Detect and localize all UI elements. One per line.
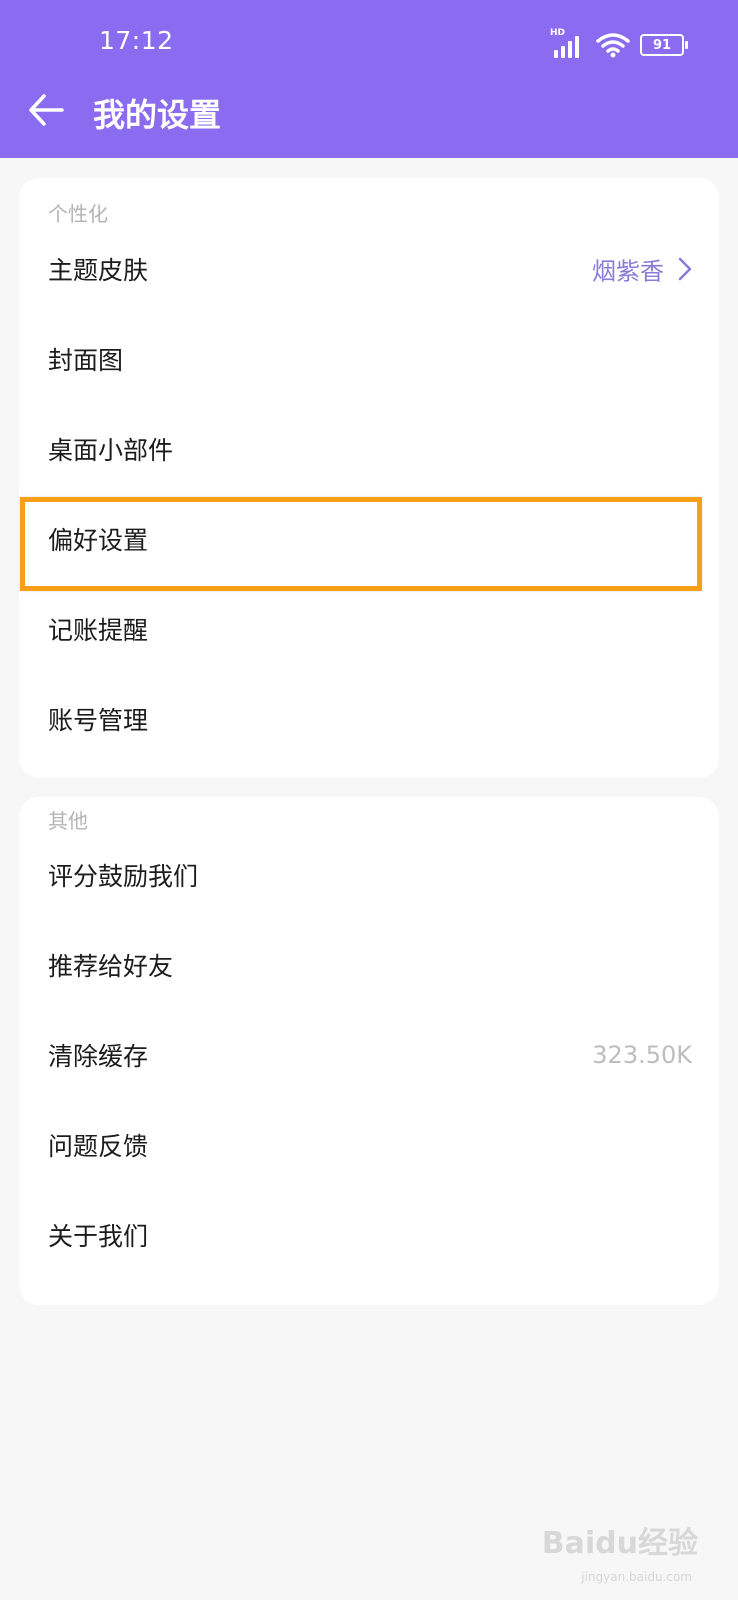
settings-item-account[interactable]: 账号管理: [19, 674, 719, 764]
section-title-personalization: 个性化: [48, 202, 108, 226]
settings-item-label: 桌面小部件: [48, 436, 174, 465]
settings-item-label: 主题皮肤: [48, 256, 149, 285]
settings-item-label: 评分鼓励我们: [48, 862, 199, 891]
wifi-icon: [596, 33, 630, 58]
watermark: Baidu经验: [541, 1526, 698, 1561]
personalization-card: 个性化 主题皮肤 烟紫香 封面图 桌面小部件 偏好设置 记账提醒 账号管理: [19, 178, 719, 778]
highlight-box: [20, 497, 702, 591]
settings-item-reminder[interactable]: 记账提醒: [19, 584, 719, 674]
settings-item-feedback[interactable]: 问题反馈: [19, 1100, 719, 1190]
status-time: 17:12: [99, 26, 174, 55]
cache-size-value: 323.50K: [592, 1041, 692, 1069]
watermark-url: jingyan.baidu.com: [581, 1570, 692, 1584]
settings-item-label: 清除缓存: [48, 1042, 149, 1071]
settings-item-label: 记账提醒: [48, 616, 149, 645]
settings-item-cover[interactable]: 封面图: [19, 314, 719, 404]
status-icons: HD 91: [550, 28, 688, 60]
network-type-label: HD: [550, 28, 566, 38]
settings-item-label: 账号管理: [48, 706, 149, 735]
settings-item-theme[interactable]: 主题皮肤 烟紫香: [19, 224, 719, 314]
settings-item-widget[interactable]: 桌面小部件: [19, 404, 719, 494]
settings-item-label: 问题反馈: [48, 1132, 149, 1161]
battery-icon: 91: [640, 34, 688, 56]
app-header: 17:12 HD 91 我的设置: [0, 0, 738, 158]
settings-item-label: 关于我们: [48, 1222, 149, 1251]
settings-item-rate[interactable]: 评分鼓励我们: [19, 830, 719, 920]
back-arrow-icon[interactable]: [26, 90, 66, 130]
chevron-right-icon: [678, 257, 692, 281]
page-title: 我的设置: [93, 96, 222, 134]
other-card: 其他 评分鼓励我们 推荐给好友 清除缓存 323.50K 问题反馈 关于我们: [19, 797, 719, 1305]
cell-signal-icon: HD: [550, 28, 586, 58]
settings-item-label: 推荐给好友: [48, 952, 174, 981]
settings-item-label: 封面图: [48, 346, 124, 375]
settings-item-share[interactable]: 推荐给好友: [19, 920, 719, 1010]
battery-level: 91: [652, 37, 672, 53]
settings-item-clear-cache[interactable]: 清除缓存 323.50K: [19, 1010, 719, 1100]
settings-item-about[interactable]: 关于我们: [19, 1190, 719, 1280]
theme-value: 烟紫香: [592, 257, 664, 286]
